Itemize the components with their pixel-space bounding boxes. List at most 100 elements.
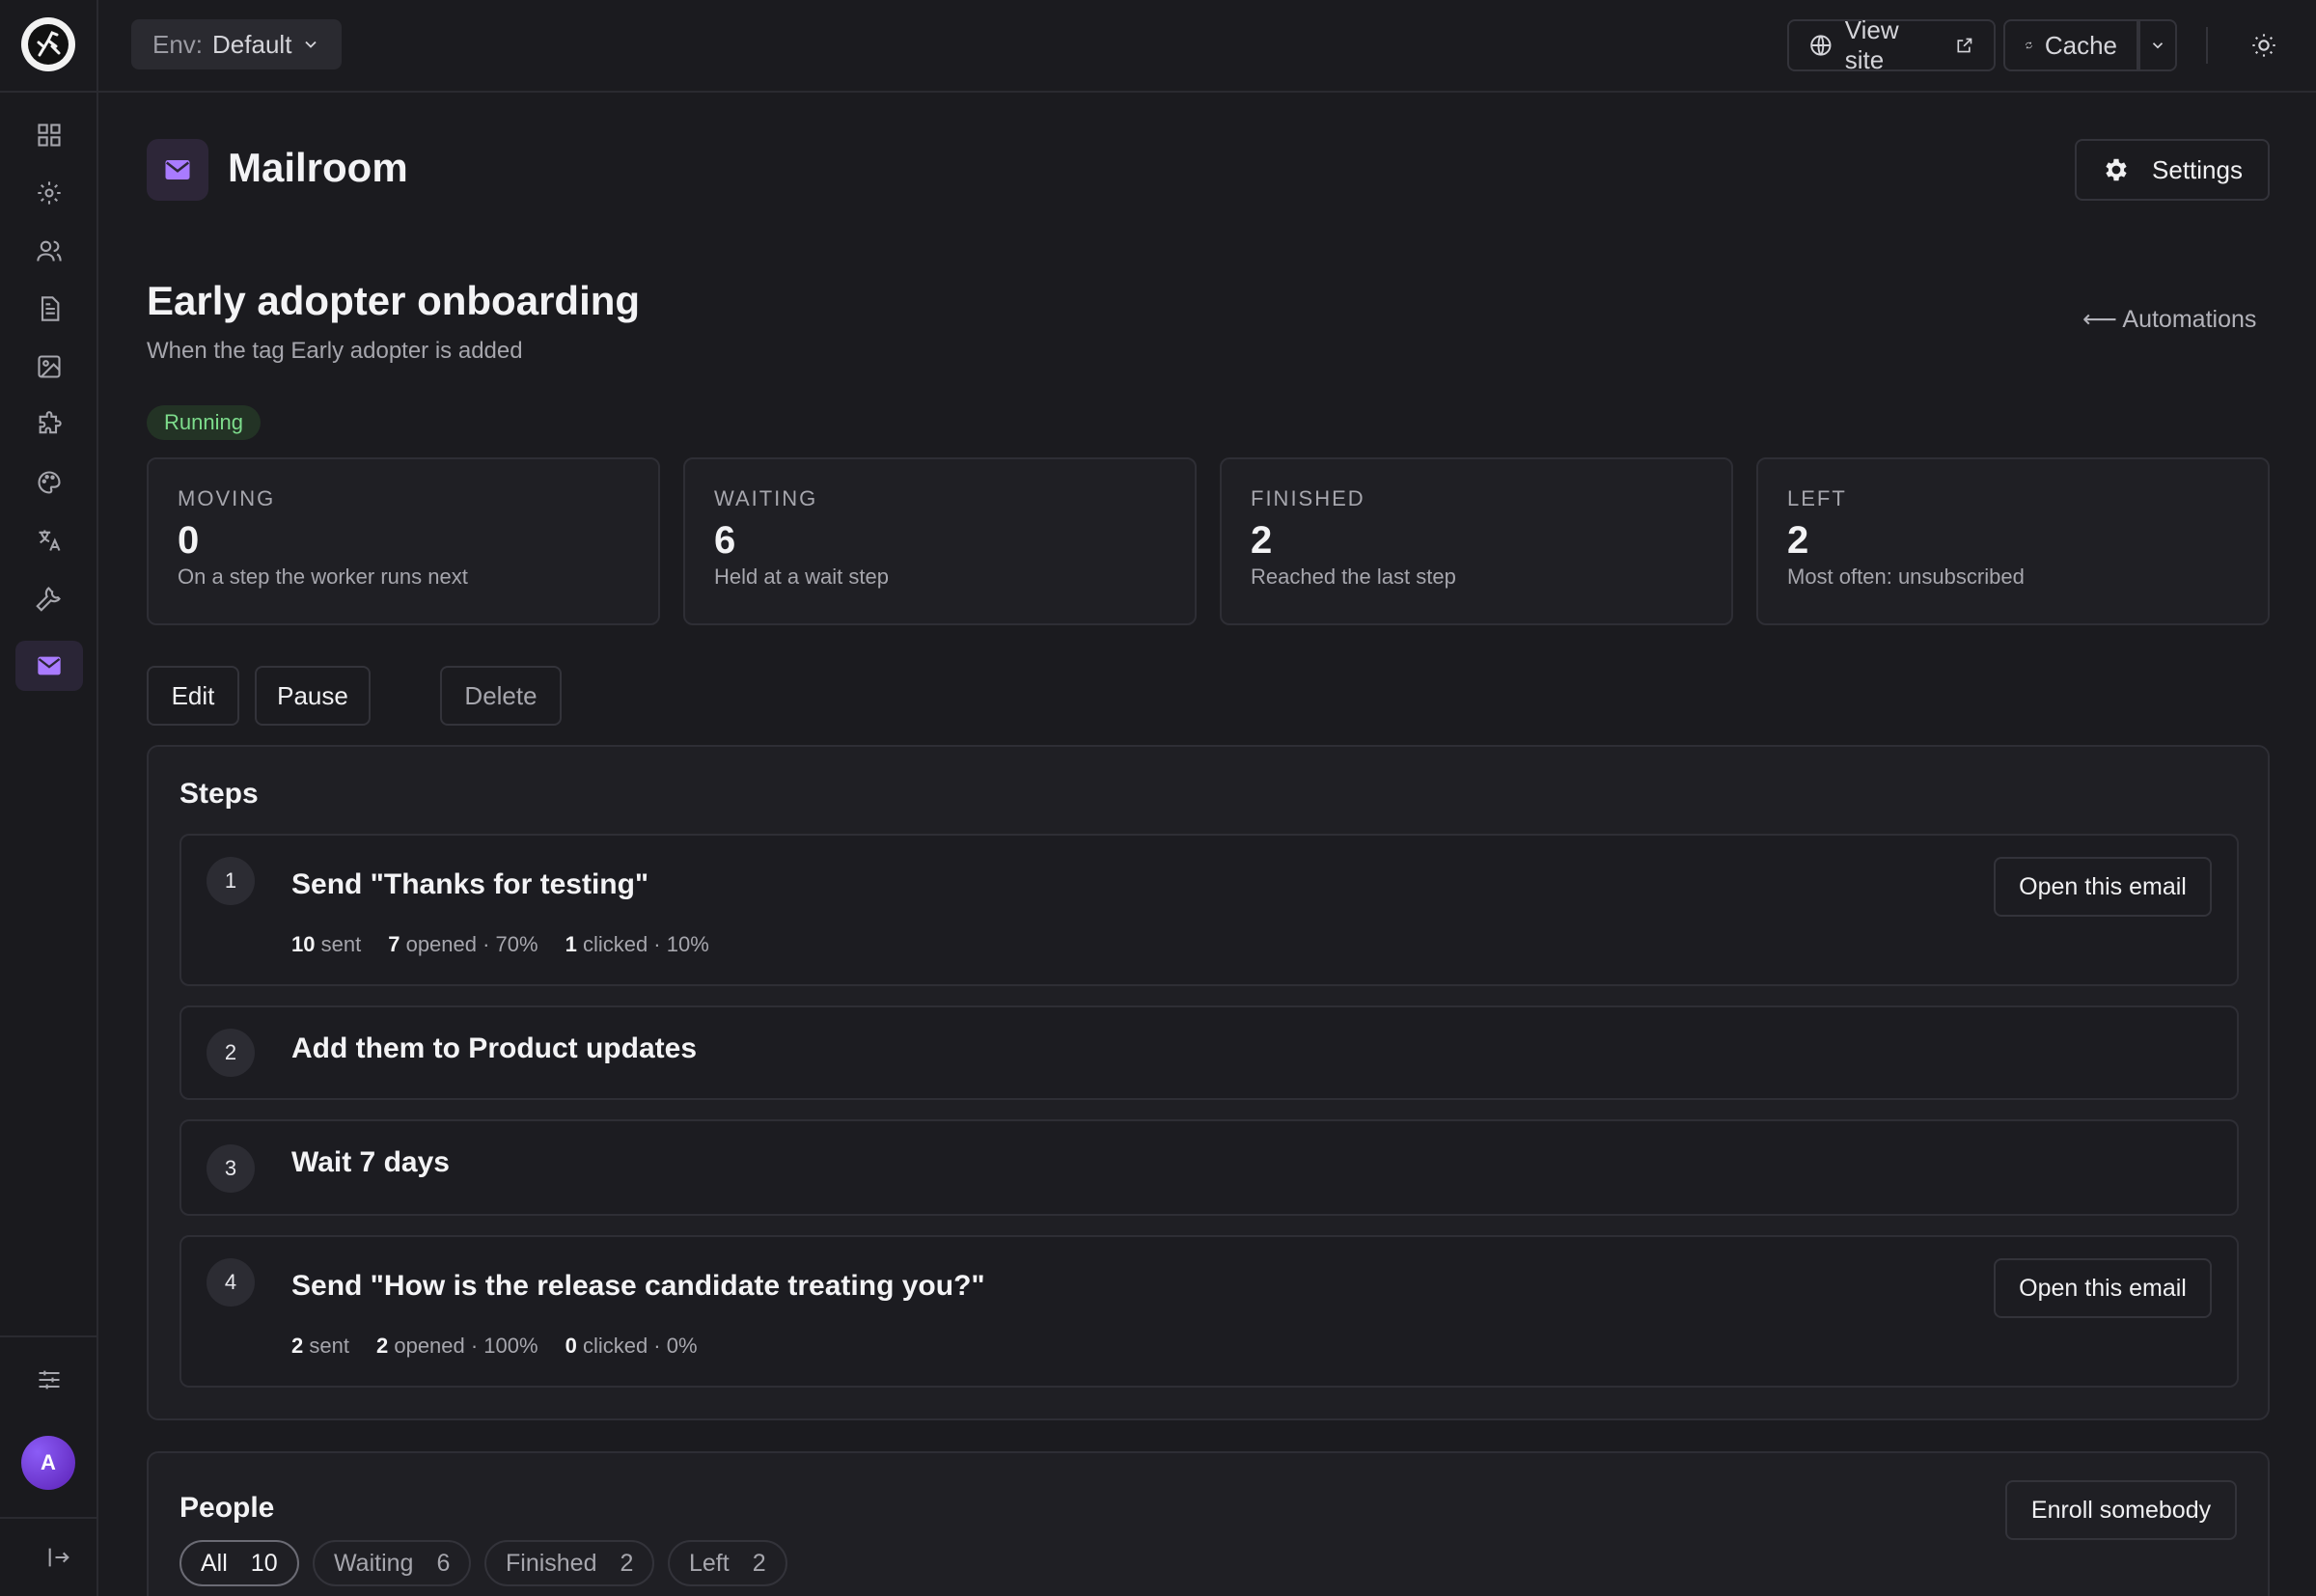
- image-icon: [38, 355, 61, 378]
- theme-toggle-button[interactable]: [2237, 19, 2291, 71]
- people-title: People: [179, 1492, 275, 1524]
- step-title: Add them to Product updates: [291, 1032, 697, 1064]
- step-card: 3 Wait 7 days: [179, 1119, 2239, 1216]
- view-site-button[interactable]: View site: [1787, 15, 1996, 74]
- sidebar-item-translations[interactable]: [15, 515, 83, 565]
- clicked-label: clicked · 0%: [582, 1334, 698, 1358]
- sent-label: sent: [320, 932, 362, 956]
- step-card: 2 Add them to Product updates: [179, 1005, 2239, 1100]
- filter-label: Finished: [506, 1549, 597, 1577]
- stat-description: On a step the worker runs next: [178, 564, 468, 589]
- document-icon: [41, 296, 60, 321]
- gear-icon: [2106, 158, 2127, 181]
- stat-description: Most often: unsubscribed: [1787, 564, 2025, 589]
- topbar: Env: Default View site Cache: [98, 0, 2316, 93]
- step-number: 3: [207, 1144, 255, 1193]
- sidebar-item-mailroom[interactable]: [15, 641, 83, 691]
- stat-label: WAITING: [714, 486, 818, 510]
- logo-icon[interactable]: [21, 17, 75, 71]
- cache-button[interactable]: Cache: [2003, 19, 2138, 71]
- opened-stat: 7 opened · 70%: [388, 932, 538, 957]
- sidebar-item-preferences[interactable]: [15, 1355, 83, 1405]
- stat-card-moving: MOVING 0 On a step the worker runs next: [147, 457, 660, 625]
- filter-finished[interactable]: Finished 2: [484, 1540, 655, 1586]
- filter-label: Waiting: [334, 1549, 414, 1577]
- sidebar-divider: [0, 1517, 98, 1519]
- page-title: Mailroom: [228, 145, 408, 190]
- stat-card-left: LEFT 2 Most often: unsubscribed: [1756, 457, 2270, 625]
- filter-count: 2: [752, 1549, 766, 1577]
- sent-count: 10: [291, 932, 316, 956]
- avatar-initial: A: [41, 1450, 56, 1474]
- sent-stat: 2 sent: [291, 1334, 349, 1359]
- opened-count: 7: [388, 932, 400, 956]
- clicked-label: clicked · 10%: [582, 932, 709, 956]
- open-email-button[interactable]: Open this email: [1994, 1258, 2212, 1318]
- opened-count: 2: [375, 1334, 389, 1358]
- collapse-sidebar-button[interactable]: [25, 1532, 93, 1582]
- sidebar-item-themes[interactable]: [15, 457, 83, 508]
- sidebar-item-documents[interactable]: [15, 284, 83, 334]
- filter-count: 2: [620, 1549, 634, 1577]
- env-value: Default: [212, 29, 292, 59]
- filter-count: 6: [436, 1549, 451, 1577]
- stat-card-waiting: WAITING 6 Held at a wait step: [683, 457, 1197, 625]
- clicked-stat: 0 clicked · 0%: [565, 1334, 698, 1359]
- globe-icon: [1810, 35, 1832, 56]
- sent-stat: 10 sent: [291, 932, 361, 957]
- filter-all[interactable]: All 10: [179, 1540, 299, 1586]
- sidebar-divider: [0, 91, 98, 93]
- dashboard-icon: [38, 124, 61, 147]
- enroll-button[interactable]: Enroll somebody: [2005, 1480, 2237, 1540]
- sidebar-item-tools[interactable]: [15, 573, 83, 623]
- stat-description: Held at a wait step: [714, 564, 889, 589]
- stat-value: 6: [714, 519, 736, 562]
- settings-button[interactable]: Settings: [2075, 139, 2270, 201]
- delete-button[interactable]: Delete: [440, 666, 562, 726]
- sent-count: 2: [291, 1334, 304, 1358]
- settings-label: Settings: [2152, 154, 2243, 184]
- clicked-count: 1: [565, 932, 577, 956]
- filter-left[interactable]: Left 2: [668, 1540, 787, 1586]
- step-card: 1 Send "Thanks for testing" 10 sent 7 op…: [179, 834, 2239, 986]
- open-email-button[interactable]: Open this email: [1994, 857, 2212, 917]
- users-icon: [37, 240, 62, 261]
- stat-value: 2: [1787, 519, 1809, 562]
- avatar[interactable]: A: [21, 1436, 75, 1490]
- wrench-icon: [36, 587, 61, 612]
- automations-back-link[interactable]: ⟵ Automations: [2082, 305, 2256, 334]
- opened-label: opened · 70%: [405, 932, 538, 956]
- external-link-icon: [1957, 38, 1972, 53]
- sidebar-item-users[interactable]: [15, 226, 83, 276]
- sidebar-item-plugins[interactable]: [15, 399, 83, 450]
- step-title: Send "Thanks for testing": [291, 868, 649, 900]
- stat-description: Reached the last step: [1251, 564, 1456, 589]
- edit-button[interactable]: Edit: [147, 666, 239, 726]
- env-selector[interactable]: Env: Default: [131, 19, 343, 69]
- filter-waiting[interactable]: Waiting 6: [313, 1540, 472, 1586]
- stat-value: 0: [178, 519, 200, 562]
- filter-count: 10: [250, 1549, 278, 1577]
- topbar-divider: [2206, 27, 2208, 64]
- refresh-icon: [2026, 41, 2032, 49]
- status-badge: Running: [147, 405, 261, 440]
- sidebar-divider: [0, 1335, 98, 1337]
- filter-label: All: [201, 1549, 228, 1577]
- clicked-count: 0: [565, 1334, 577, 1358]
- automation-trigger: When the tag Early adopter is added: [147, 338, 523, 364]
- clicked-stat: 1 clicked · 10%: [565, 932, 709, 957]
- step-stats: 10 sent 7 opened · 70% 1 clicked · 10%: [291, 932, 709, 957]
- sidebar-item-media[interactable]: [15, 342, 83, 392]
- sun-icon: [2252, 34, 2275, 57]
- sidebar-item-settings[interactable]: [15, 168, 83, 218]
- cache-menu-button[interactable]: [2138, 19, 2177, 71]
- chevron-down-icon: [2152, 42, 2164, 49]
- chevron-down-icon: [305, 41, 317, 48]
- step-number: 1: [207, 857, 255, 905]
- step-number: 4: [207, 1258, 255, 1307]
- stat-label: FINISHED: [1251, 486, 1365, 510]
- cache-label: Cache: [2044, 30, 2117, 60]
- pause-button[interactable]: Pause: [255, 666, 371, 726]
- sidebar-item-dashboard[interactable]: [15, 110, 83, 160]
- mail-icon: [38, 656, 61, 675]
